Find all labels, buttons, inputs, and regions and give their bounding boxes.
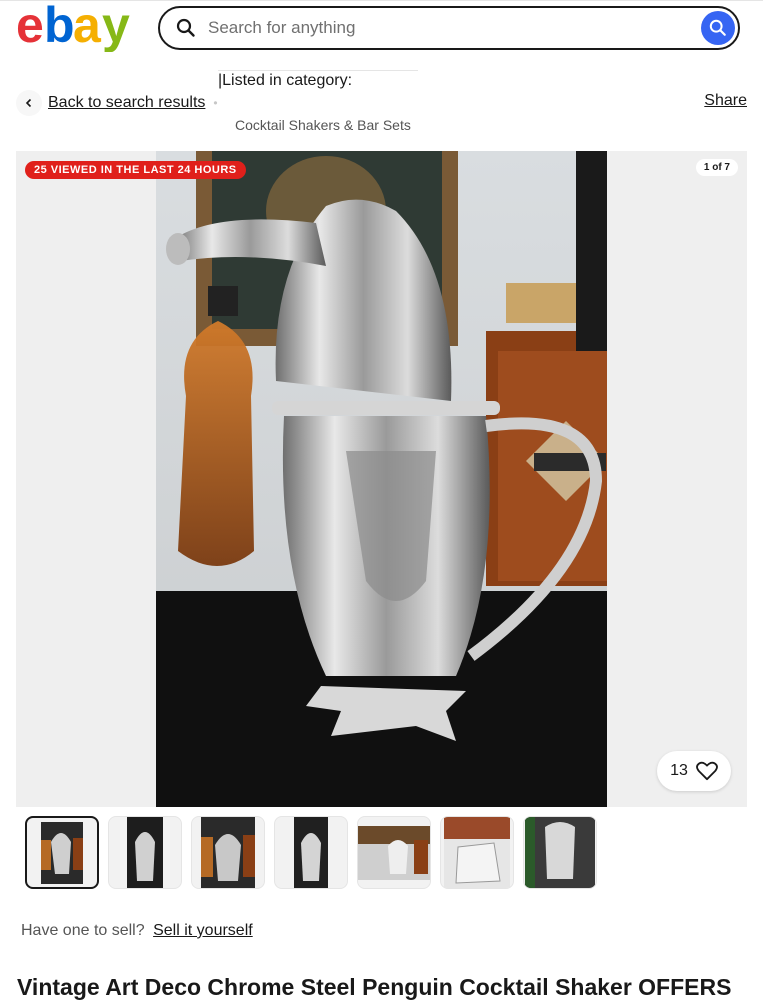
image-gallery[interactable]: 25 VIEWED IN THE LAST 24 HOURS 1 of 7 13	[16, 151, 747, 807]
thumbnail-1[interactable]	[25, 816, 99, 889]
thumbnail-7[interactable]	[523, 816, 597, 889]
main-product-image[interactable]	[156, 151, 607, 807]
thumbnail-6[interactable]	[440, 816, 514, 889]
heart-icon	[695, 761, 718, 781]
watch-count: 13	[670, 762, 688, 779]
category-divider	[218, 70, 418, 71]
listed-in-category-label: |Listed in category:	[218, 72, 353, 89]
image-counter: 1 of 7	[695, 159, 738, 176]
category-link[interactable]: Cocktail Shakers & Bar Sets	[235, 117, 411, 133]
svg-text:e: e	[16, 0, 43, 52]
separator-dot: •	[213, 96, 218, 110]
thumbnail-4[interactable]	[274, 816, 348, 889]
sell-prompt-text: Have one to sell?	[21, 922, 145, 939]
thumbnail-5[interactable]	[357, 816, 431, 889]
back-to-results[interactable]: Back to search results •	[16, 90, 218, 116]
sell-it-yourself-link[interactable]: Sell it yourself	[153, 922, 253, 939]
ebay-logo[interactable]: e b a y	[16, 0, 140, 52]
search-input[interactable]	[208, 18, 688, 38]
search-bar[interactable]	[158, 6, 740, 50]
svg-text:y: y	[102, 0, 130, 52]
search-icon	[176, 18, 196, 38]
search-icon	[709, 19, 726, 36]
watch-button[interactable]: 13	[657, 751, 731, 791]
thumbnail-2[interactable]	[108, 816, 182, 889]
search-submit-button[interactable]	[701, 11, 735, 45]
thumbnail-strip	[25, 816, 597, 889]
back-to-search-results-link[interactable]: Back to search results	[48, 94, 205, 112]
viewed-badge: 25 VIEWED IN THE LAST 24 HOURS	[25, 161, 246, 179]
listing-title: Vintage Art Deco Chrome Steel Penguin Co…	[17, 974, 732, 1000]
svg-text:b: b	[44, 0, 75, 52]
chevron-left-icon[interactable]	[16, 90, 42, 116]
thumbnail-3[interactable]	[191, 816, 265, 889]
svg-text:a: a	[73, 0, 102, 52]
sell-prompt: Have one to sell? Sell it yourself	[21, 922, 253, 940]
share-link[interactable]: Share	[704, 92, 747, 110]
